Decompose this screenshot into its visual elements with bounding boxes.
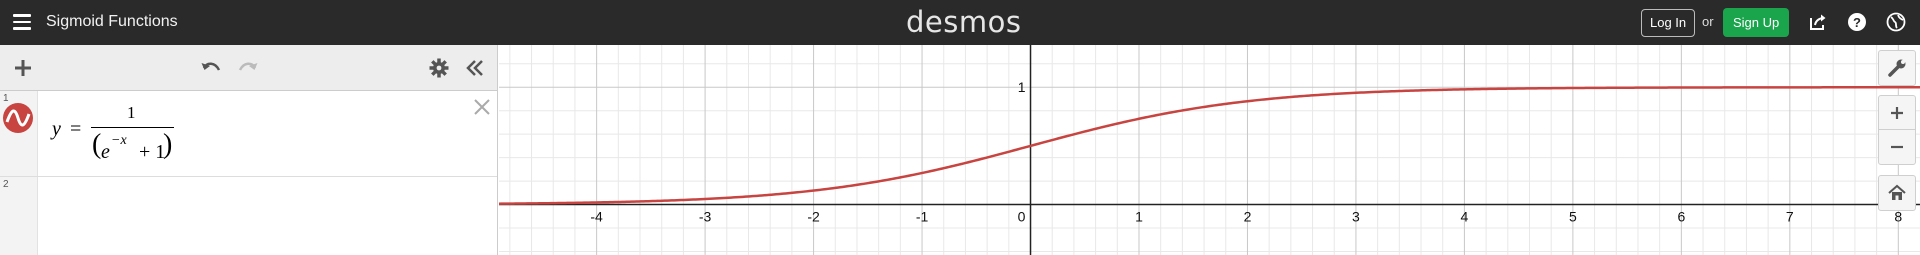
expression-lhs: y <box>52 118 61 140</box>
language-icon[interactable] <box>1886 12 1906 32</box>
x-tick-label: 5 <box>1569 209 1577 225</box>
x-tick-label: -3 <box>699 209 712 225</box>
graph-title[interactable]: Sigmoid Functions <box>46 13 178 31</box>
y-tick-label: 1 <box>1018 79 1026 95</box>
fraction-numerator: 1 <box>127 103 136 122</box>
x-tick-label: 0 <box>1018 209 1026 225</box>
open-paren: ( <box>92 129 102 160</box>
x-tick-label: 6 <box>1677 209 1685 225</box>
delete-expression-icon[interactable] <box>472 97 492 117</box>
expression-toolbar <box>0 45 497 91</box>
or-label: or <box>1702 14 1714 29</box>
home-icon <box>1888 184 1906 200</box>
x-tick-label: 4 <box>1461 209 1469 225</box>
row-number: 2 <box>3 179 9 190</box>
expression-row[interactable]: 2 <box>0 177 497 255</box>
undo-icon[interactable] <box>200 57 222 79</box>
share-icon[interactable] <box>1808 12 1828 32</box>
x-tick-label: -4 <box>590 209 603 225</box>
zoom-out-icon <box>1891 145 1903 149</box>
row-gutter: 1 <box>0 91 38 176</box>
close-paren: ) <box>163 129 173 160</box>
x-tick-label: 1 <box>1135 209 1143 225</box>
redo-icon[interactable] <box>237 57 259 79</box>
expression-equals: = <box>70 118 82 140</box>
x-tick-label: 7 <box>1786 209 1794 225</box>
expression-list-panel: 1 y = 1 ( e −x + 1 ) 2 <box>0 45 498 255</box>
fraction-bar <box>91 127 174 128</box>
top-bar: Sigmoid Functions desmos Log In or Sign … <box>0 0 1920 45</box>
x-tick-label: 3 <box>1352 209 1360 225</box>
expression-row[interactable]: 1 y = 1 ( e −x + 1 ) <box>0 91 497 177</box>
graph-settings-button[interactable] <box>1878 50 1916 86</box>
zoom-in-icon <box>1891 107 1903 119</box>
x-tick-label: -1 <box>916 209 929 225</box>
zoom-in-button[interactable] <box>1878 95 1916 131</box>
plus-term: + 1 <box>139 141 166 163</box>
settings-icon[interactable] <box>428 57 450 79</box>
wrench-icon <box>1888 59 1906 77</box>
menu-icon[interactable] <box>13 14 31 30</box>
help-icon[interactable]: ? <box>1847 12 1867 32</box>
sigmoid-curve <box>499 86 1920 205</box>
svg-text:?: ? <box>1853 15 1861 30</box>
login-button[interactable]: Log In <box>1641 9 1696 37</box>
row-gutter: 2 <box>0 177 38 255</box>
x-tick-label: 2 <box>1244 209 1252 225</box>
graph-canvas[interactable]: -4 -3 -2 -1 0 1 2 3 4 5 6 7 81 <box>499 45 1920 255</box>
graph-curve-icon[interactable] <box>3 103 33 133</box>
add-icon[interactable] <box>12 57 34 79</box>
home-button[interactable] <box>1878 175 1916 211</box>
exp-base: e <box>101 141 110 163</box>
zoom-out-button[interactable] <box>1878 129 1916 165</box>
exp-exponent: −x <box>111 133 127 148</box>
x-tick-label: -2 <box>807 209 820 225</box>
collapse-icon[interactable] <box>464 57 486 79</box>
desmos-logo: desmos <box>906 5 1022 39</box>
signup-button[interactable]: Sign Up <box>1723 8 1790 37</box>
